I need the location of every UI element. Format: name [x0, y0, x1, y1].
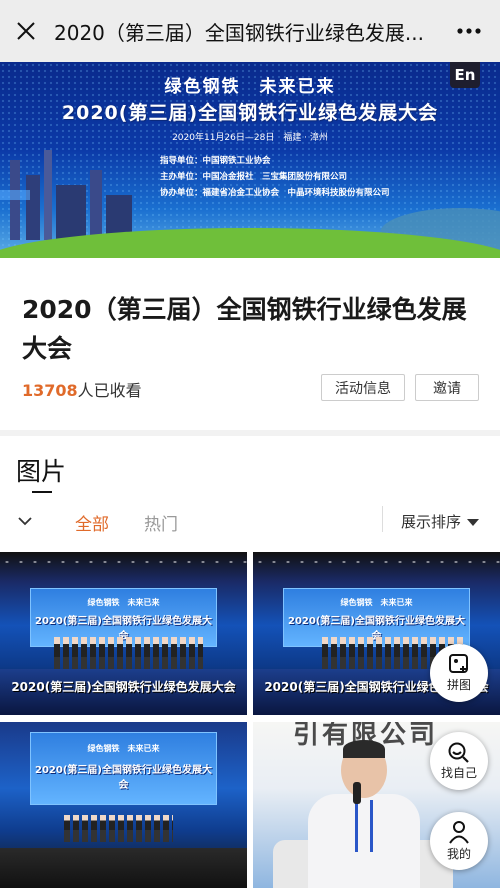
- tab-all[interactable]: 全部: [75, 510, 109, 535]
- collage-label: 拼图: [446, 678, 471, 692]
- close-icon: [17, 22, 35, 40]
- activity-info-button[interactable]: 活动信息: [321, 374, 405, 401]
- lanyard: [355, 800, 373, 852]
- screen-slogan: 绿色钢铁 未来已来: [340, 597, 413, 607]
- photo-thumbnail[interactable]: 绿色钢铁 未来已来 2020(第三届)全国钢铁行业绿色发展大会 2020(第三届…: [0, 552, 247, 715]
- stage-caption: 2020(第三届)全国钢铁行业绿色发展大会: [11, 680, 236, 695]
- banner-headline: 2020(第三届)全国钢铁行业绿色发展大会: [61, 102, 439, 124]
- view-count: 13708人已收看: [22, 377, 142, 401]
- face-search-icon: [448, 742, 469, 763]
- panel-people: [64, 814, 173, 842]
- banner-org-co-host: 协办单位：福建省冶金工业协会 中晶环境科技股份有限公司: [160, 188, 390, 198]
- banner-slogan: 绿色钢铁 未来已来: [164, 77, 336, 97]
- section-title-underline: [32, 491, 52, 493]
- banner-org-guide: 指导单位：中国钢铁工业协会: [160, 156, 271, 166]
- collage-button[interactable]: 拼图: [430, 644, 488, 702]
- sort-label: 展示排序: [401, 513, 462, 531]
- invite-button[interactable]: 邀请: [415, 374, 479, 401]
- banner-date: 2020年11月26日—28日 福建 · 漳州: [172, 133, 328, 143]
- top-bar: 2020（第三届）全国钢铁行业绿色发展...: [0, 0, 500, 62]
- steel-plant-illustration: [0, 150, 132, 240]
- stage-lights: [253, 558, 500, 565]
- page-title-bar: 2020（第三届）全国钢铁行业绿色发展...: [54, 20, 424, 45]
- event-banner: En 绿色钢铁 未来已来 2020(第三届)全国钢铁行业绿色发展大会 2020年…: [0, 62, 500, 258]
- mine-label: 我的: [446, 847, 471, 861]
- sort-dropdown[interactable]: 展示排序: [401, 511, 480, 532]
- photo-thumbnail[interactable]: 绿色钢铁 未来已来 2020(第三届)全国钢铁行业绿色发展大会: [0, 722, 247, 888]
- view-count-suffix: 人已收看: [77, 381, 142, 400]
- photos-section-title: 图片: [16, 457, 67, 486]
- more-icon: [457, 28, 481, 34]
- chevron-down-icon[interactable]: [16, 512, 34, 530]
- stage-screen: 绿色钢铁 未来已来 2020(第三届)全国钢铁行业绿色发展大会: [29, 731, 218, 805]
- event-info: 2020（第三届）全国钢铁行业绿色发展大会 13708人已收看 活动信息 邀请: [0, 258, 500, 430]
- screen-slogan: 绿色钢铁 未来已来: [87, 597, 160, 607]
- close-button[interactable]: [0, 0, 52, 62]
- user-icon: [449, 821, 469, 844]
- find-me-button[interactable]: 找自己: [430, 732, 488, 790]
- section-divider: [0, 430, 500, 436]
- caret-down-icon: [467, 518, 480, 526]
- banner-org-host: 主办单位：中国冶金报社 三宝集团股份有限公司: [160, 172, 348, 182]
- filter-divider: [382, 506, 383, 532]
- microphone: [353, 782, 361, 804]
- screen-title: 2020(第三届)全国钢铁行业绿色发展大会: [35, 765, 212, 792]
- screen-slogan: 绿色钢铁 未来已来: [87, 743, 160, 753]
- tab-hot[interactable]: 热门: [144, 510, 178, 535]
- mine-button[interactable]: 我的: [430, 812, 488, 870]
- view-count-number: 13708: [22, 381, 78, 400]
- event-title: 2020（第三届）全国钢铁行业绿色发展大会: [22, 295, 467, 363]
- collage-icon: [449, 654, 468, 673]
- group-photo-people: [54, 636, 203, 673]
- find-me-label: 找自己: [440, 766, 477, 780]
- stage-lights: [0, 558, 247, 565]
- more-button[interactable]: [438, 0, 500, 62]
- photo-filter-bar: 全部 热门 展示排序: [0, 498, 500, 544]
